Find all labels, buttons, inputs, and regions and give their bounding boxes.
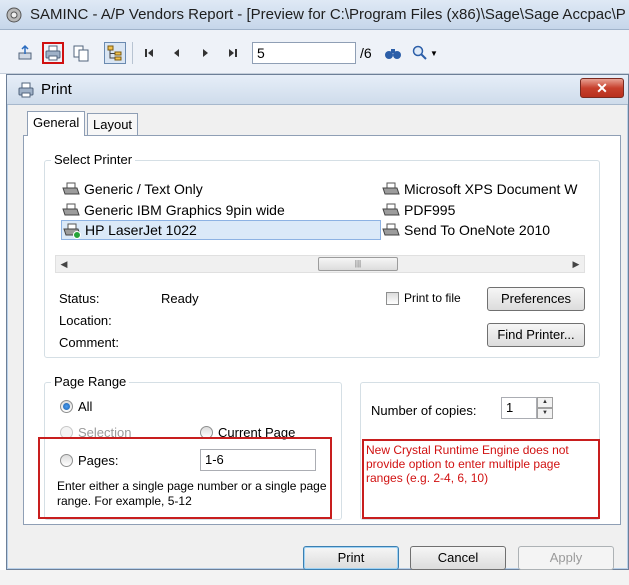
cancel-button[interactable]: Cancel xyxy=(410,546,506,570)
printer-label: PDF995 xyxy=(404,202,456,218)
tab-layout[interactable]: Layout xyxy=(87,113,139,135)
printer-icon xyxy=(382,223,400,236)
dialog-titlebar: Print ✕ xyxy=(7,75,628,105)
find-printer-button[interactable]: Find Printer... xyxy=(487,323,585,347)
next-page-icon xyxy=(203,49,208,57)
printer-item-pdf995[interactable]: PDF995 xyxy=(381,200,459,220)
printer-icon xyxy=(45,45,61,61)
tab-general[interactable]: General xyxy=(27,111,86,136)
first-page-icon xyxy=(145,49,153,57)
export-icon xyxy=(18,44,32,60)
copies-spinner[interactable]: ▲ ▼ xyxy=(537,397,553,419)
copy-icon xyxy=(73,45,89,62)
export-button[interactable] xyxy=(14,42,36,64)
printer-label: Send To OneNote 2010 xyxy=(404,222,551,238)
last-page-button[interactable] xyxy=(222,42,244,64)
last-page-icon xyxy=(229,49,237,57)
app-titlebar: SAMINC - A/P Vendors Report - [Preview f… xyxy=(0,0,629,30)
printer-item-onenote[interactable]: Send To OneNote 2010 xyxy=(381,220,554,240)
printer-list-scrollbar[interactable]: ◀ ||| ▶ xyxy=(55,255,585,273)
app-title: SAMINC - A/P Vendors Report - [Preview f… xyxy=(30,6,625,23)
location-label: Location: xyxy=(59,313,112,328)
print-toolbar-button[interactable] xyxy=(42,42,64,64)
page-range-legend: Page Range xyxy=(51,374,130,389)
page-total-label: /6 xyxy=(360,45,372,61)
status-value: Ready xyxy=(161,291,199,306)
printer-label: Microsoft XPS Document W xyxy=(404,181,578,197)
scroll-right-icon[interactable]: ▶ xyxy=(568,256,584,272)
preferences-button[interactable]: Preferences xyxy=(487,287,585,311)
select-printer-legend: Select Printer xyxy=(51,152,136,167)
print-button[interactable]: Print xyxy=(303,546,399,570)
spin-up-icon[interactable]: ▲ xyxy=(537,397,553,408)
report-background xyxy=(0,570,629,585)
printer-icon xyxy=(382,182,400,195)
previous-page-button[interactable] xyxy=(166,42,188,64)
zoom-button[interactable]: ▼ xyxy=(410,42,440,64)
default-printer-icon xyxy=(63,223,81,239)
printer-label: HP LaserJet 1022 xyxy=(85,222,197,238)
toolbar-separator xyxy=(132,42,133,64)
group-tree-button[interactable] xyxy=(104,42,126,64)
select-printer-group: Select Printer Generic / Text Only Gener… xyxy=(44,152,600,358)
printer-icon xyxy=(62,182,80,195)
copies-label: Number of copies: xyxy=(371,403,477,418)
printer-icon xyxy=(382,203,400,216)
zoom-icon xyxy=(412,45,427,60)
next-page-button[interactable] xyxy=(194,42,216,64)
print-to-file-label: Print to file xyxy=(404,291,461,305)
first-page-button[interactable] xyxy=(138,42,160,64)
previous-page-icon xyxy=(174,49,179,57)
find-button[interactable] xyxy=(382,42,404,64)
all-radio[interactable] xyxy=(60,400,73,413)
print-dialog: Print ✕ General Layout Select Printer Ge… xyxy=(6,74,629,570)
annotation-note: New Crystal Runtime Engine does not prov… xyxy=(366,443,569,485)
printer-label: Generic IBM Graphics 9pin wide xyxy=(84,202,285,218)
app-icon xyxy=(6,7,22,23)
printer-item-microsoft-xps[interactable]: Microsoft XPS Document W xyxy=(381,179,582,199)
page-number-input[interactable]: 5 xyxy=(252,42,356,64)
binoculars-icon xyxy=(385,49,401,59)
chevron-down-icon: ▼ xyxy=(430,48,438,58)
tree-icon xyxy=(107,45,122,61)
apply-button[interactable]: Apply xyxy=(518,546,614,570)
copies-input[interactable]: 1 xyxy=(501,397,537,419)
scroll-left-icon[interactable]: ◀ xyxy=(56,256,72,272)
printer-item-hp-laserjet[interactable]: HP LaserJet 1022 xyxy=(61,220,381,240)
scrollbar-thumb[interactable]: ||| xyxy=(318,257,398,271)
pages-annotation-box xyxy=(38,437,332,519)
spin-down-icon[interactable]: ▼ xyxy=(537,408,553,419)
printer-icon xyxy=(18,82,34,98)
dialog-title: Print xyxy=(41,81,72,98)
all-label: All xyxy=(78,399,93,414)
close-button[interactable]: ✕ xyxy=(580,78,624,98)
comment-label: Comment: xyxy=(59,335,119,350)
print-to-file-checkbox[interactable] xyxy=(386,292,399,305)
copy-button[interactable] xyxy=(70,42,92,64)
printer-item-generic-text[interactable]: Generic / Text Only xyxy=(61,179,207,199)
printer-item-generic-ibm[interactable]: Generic IBM Graphics 9pin wide xyxy=(61,200,289,220)
status-label: Status: xyxy=(59,291,100,306)
printer-icon xyxy=(62,203,80,216)
printer-label: Generic / Text Only xyxy=(84,181,203,197)
